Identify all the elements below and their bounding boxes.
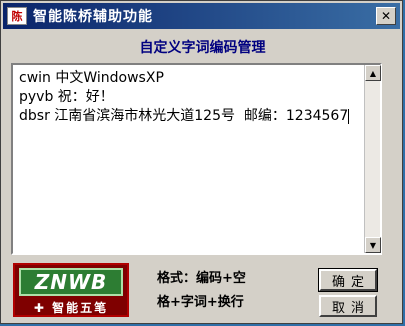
close-button[interactable]: ✕ bbox=[376, 7, 396, 25]
format-hint-line-2: 格+字词+换行 bbox=[157, 295, 244, 310]
dialog-heading: 自定义字词编码管理 bbox=[139, 40, 266, 56]
dialog-window: 陈 智能陈桥辅助功能 ✕ 自定义字词编码管理 cwin 中文WindowsXP p… bbox=[0, 0, 403, 324]
editor-line: dbsr 江南省滨海市林光大道125号 邮编：1234567 bbox=[19, 108, 349, 124]
editor-text[interactable]: cwin 中文WindowsXP pyvb 祝：好！ dbsr 江南省滨海市林光大道… bbox=[19, 69, 362, 126]
editor-line: pyvb 祝：好！ bbox=[19, 89, 114, 105]
scroll-up-button[interactable]: ▲ bbox=[365, 65, 381, 81]
title-bar[interactable]: 陈 智能陈桥辅助功能 ✕ bbox=[3, 3, 400, 29]
logo-title: ZNWB bbox=[19, 268, 123, 296]
window-title: 智能陈桥辅助功能 bbox=[33, 9, 153, 25]
cancel-button-label: 取消 bbox=[331, 300, 370, 316]
code-editor-textarea[interactable]: cwin 中文WindowsXP pyvb 祝：好！ dbsr 江南省滨海市林光大道… bbox=[11, 63, 382, 255]
ok-button-label: 确定 bbox=[331, 274, 370, 290]
scroll-down-button[interactable]: ▼ bbox=[365, 237, 381, 253]
logo-subtitle: ✚ 智能五笔 bbox=[33, 301, 109, 315]
ok-button[interactable]: 确定 bbox=[318, 268, 378, 292]
vertical-scrollbar[interactable]: ▲ ▼ bbox=[364, 65, 381, 253]
editor-line: cwin 中文WindowsXP bbox=[19, 70, 164, 86]
cancel-button[interactable]: 取消 bbox=[319, 295, 377, 317]
format-hint-line-1: 格式：编码+空 bbox=[157, 271, 246, 286]
app-icon: 陈 bbox=[7, 7, 27, 25]
znwb-logo: ZNWB ✚ 智能五笔 bbox=[13, 263, 129, 317]
text-caret bbox=[348, 108, 350, 124]
